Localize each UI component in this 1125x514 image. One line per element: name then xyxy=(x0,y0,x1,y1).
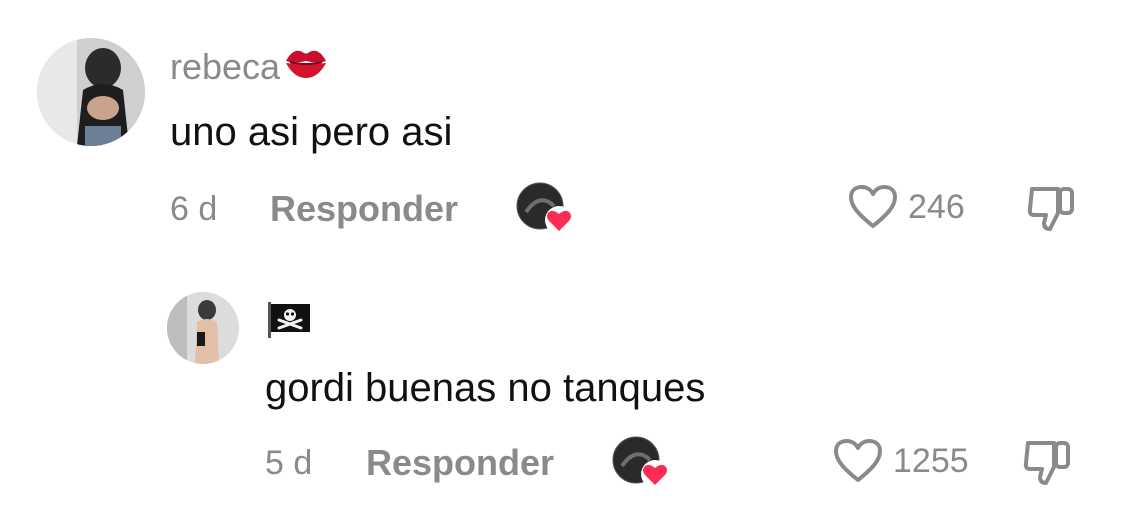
avatar[interactable] xyxy=(37,38,145,146)
dislike-button[interactable] xyxy=(1022,437,1074,492)
comment-text: gordi buenas no tanques xyxy=(265,366,706,410)
creator-liked-badge xyxy=(516,182,576,236)
thumbs-down-icon xyxy=(1023,441,1070,485)
heart-outline-icon xyxy=(849,185,897,228)
like-count: 246 xyxy=(908,187,965,226)
dislike-button[interactable] xyxy=(1026,183,1078,238)
comment-text: uno asi pero asi xyxy=(170,110,453,154)
username-text: rebeca xyxy=(170,45,281,87)
reply-button[interactable]: Responder xyxy=(366,442,554,484)
like-count: 1255 xyxy=(893,441,969,480)
thumbs-down-icon xyxy=(1027,187,1074,231)
username[interactable] xyxy=(266,300,312,349)
comment-timestamp: 5 d xyxy=(265,444,313,482)
heart-outline-icon xyxy=(834,439,882,482)
like-button[interactable]: 246 xyxy=(848,184,965,230)
reply-button[interactable]: Responder xyxy=(270,188,458,230)
like-button[interactable]: 1255 xyxy=(833,438,969,484)
lips-icon xyxy=(284,44,328,89)
avatar[interactable] xyxy=(167,292,239,364)
comment-timestamp: 6 d xyxy=(170,190,218,228)
pirate-flag-icon xyxy=(266,300,312,349)
username[interactable]: rebeca xyxy=(170,44,328,89)
creator-liked-badge xyxy=(612,436,672,490)
